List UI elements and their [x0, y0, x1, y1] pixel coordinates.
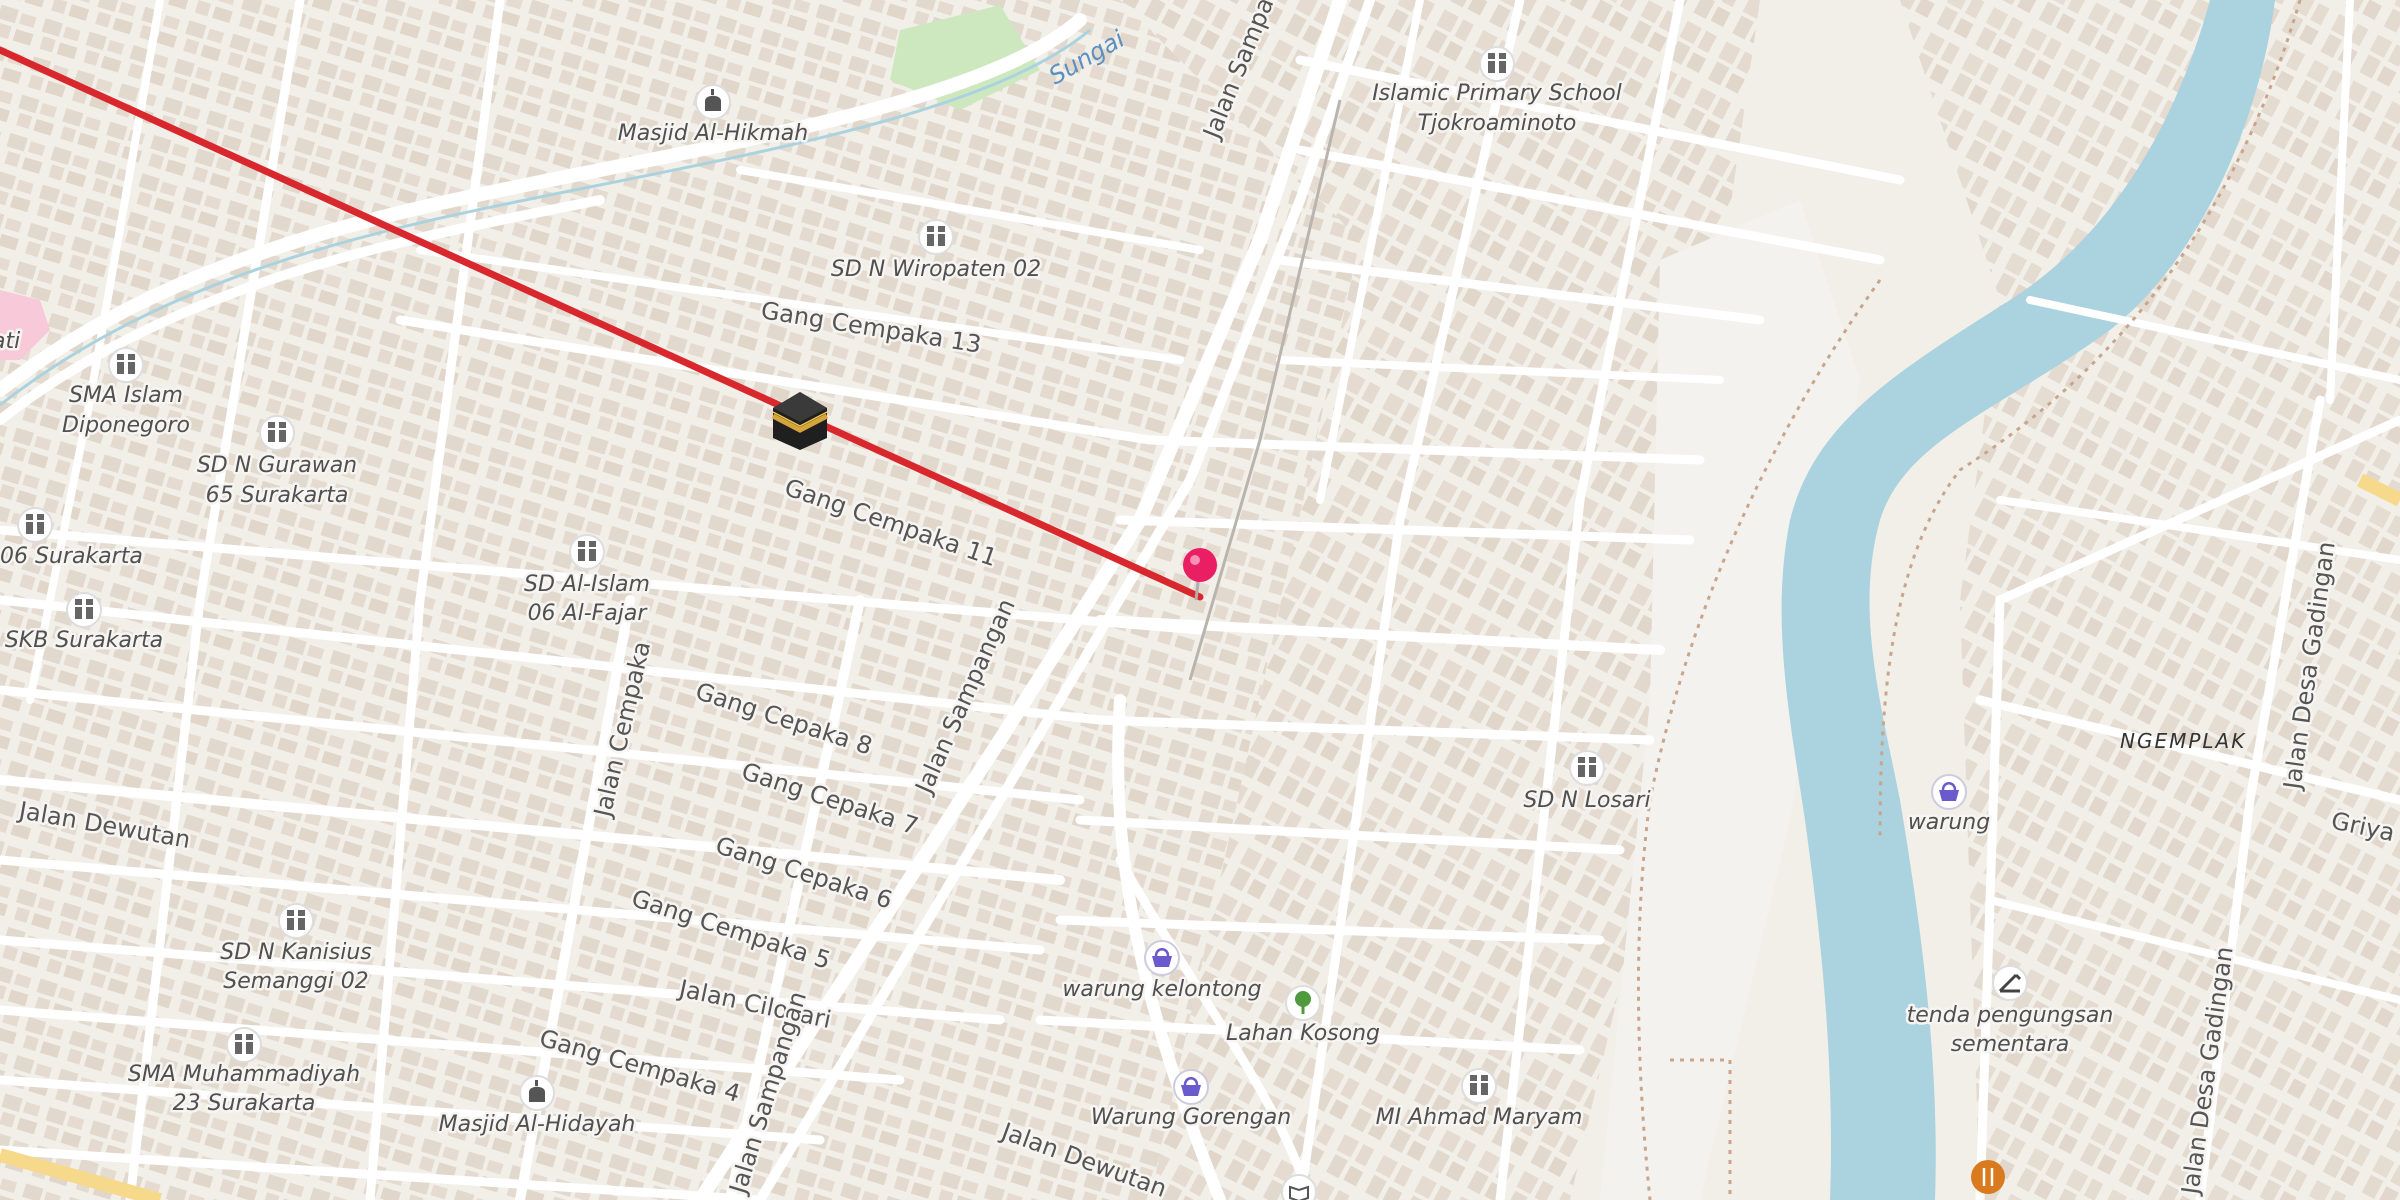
poi-label: SD N Kanisius [220, 940, 372, 965]
school-icon [17, 507, 53, 543]
poi-label: SD N Wiropaten 02 [831, 257, 1041, 282]
shelter-icon [1992, 965, 2028, 1001]
poi-label: Lahan Kosong [1226, 1021, 1380, 1046]
school-icon [1569, 750, 1605, 786]
poi-label: Warung Gorengan [1091, 1105, 1291, 1130]
poi-label: SKB Surakarta [5, 628, 163, 653]
poi-label: 06 Al-Fajar [528, 601, 649, 626]
poi-label: Diponegoro [62, 413, 190, 438]
mosque-icon [519, 1075, 555, 1111]
poi-label: SD Al-Islam [524, 572, 650, 597]
poi-label: SD N Losari [1523, 788, 1650, 813]
partial-label: ati [0, 329, 20, 354]
poi-label: MI Ahmad Maryam [1376, 1105, 1583, 1130]
poi-label: tenda pengungsan [1907, 1003, 2114, 1028]
poi-label: SMA Muhammadiyah [128, 1062, 360, 1087]
basket-icon [1173, 1069, 1209, 1105]
school-icon [66, 592, 102, 628]
poi-label: warung [1908, 810, 1990, 835]
tree-icon [1285, 985, 1321, 1021]
poi-label: warung kelontong [1062, 977, 1261, 1002]
school-icon [259, 415, 295, 451]
basket-icon [1144, 940, 1180, 976]
poi-label: sementara [1951, 1032, 2070, 1057]
school-icon [918, 219, 954, 255]
map-canvas[interactable]: Gang Cempaka 13 Gang Cempaka 11 Gang Cep… [0, 0, 2400, 1200]
poi-label: Masjid Al-Hidayah [439, 1112, 636, 1137]
poi-label: Semanggi 02 [223, 969, 368, 994]
poi-label: 06 Surakarta [0, 544, 143, 569]
school-icon [569, 534, 605, 570]
poi-label: Tjokroaminoto [1418, 111, 1577, 136]
school-icon [1461, 1068, 1497, 1104]
poi-label: Masjid Al-Hikmah [618, 121, 808, 146]
place-label: NGEMPLAK [2120, 729, 2246, 753]
poi-label: SMA Islam [69, 383, 183, 408]
book-icon [1281, 1174, 1317, 1200]
basket-icon [1931, 774, 1967, 810]
poi-label: SD N Gurawan [197, 453, 357, 478]
poi-label: 65 Surakarta [206, 483, 349, 508]
mosque-icon [695, 84, 731, 120]
school-icon [108, 347, 144, 383]
poi-label: 23 Surakarta [173, 1091, 316, 1116]
poi-label: Islamic Primary School [1372, 81, 1622, 106]
school-icon [226, 1027, 262, 1063]
school-icon [1479, 46, 1515, 82]
school-icon [278, 903, 314, 939]
restaurant-icon [1971, 1160, 2005, 1194]
